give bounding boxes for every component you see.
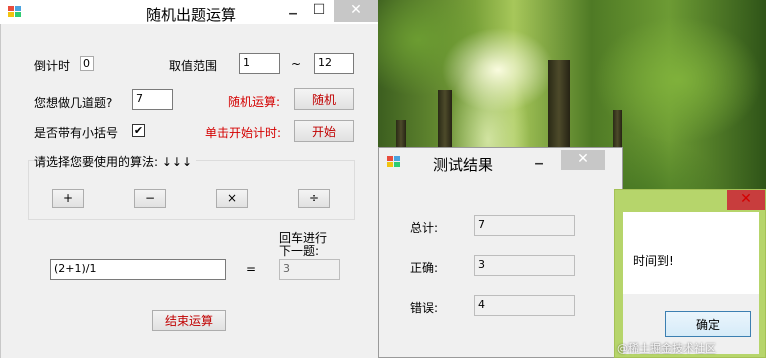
total-value: 7 [474,215,575,236]
close-button[interactable]: ✕ [334,0,378,22]
start-timer-label: 单击开始计时: [205,126,282,140]
result-titlebar[interactable]: 测试结果 ▁ ✕ [379,148,622,176]
random-op-label: 随机运算: [228,95,281,109]
question-count-input[interactable]: 7 [132,89,173,110]
expression-display: (2+1)/1 [50,259,226,280]
main-window: 随机出题运算 ▁ ☐ ✕ 倒计时 0 取值范围 1 ~ 12 您想做几道题? 7… [0,0,378,358]
countdown-value: 0 [80,56,94,71]
end-button[interactable]: 结束运算 [152,310,226,331]
main-window-title: 随机出题运算 [146,6,237,24]
total-label: 总计: [410,221,439,235]
main-titlebar[interactable]: 随机出题运算 ▁ ☐ ✕ [0,0,378,24]
divide-button[interactable]: ÷ [298,189,330,208]
bracket-checkbox[interactable]: ✔ [132,124,145,137]
range-max-input[interactable]: 12 [314,53,354,74]
result-window-title: 测试结果 [433,156,494,174]
minus-button[interactable]: − [134,189,166,208]
ok-button[interactable]: 确定 [665,311,751,337]
message-text: 时间到! [633,254,674,268]
bracket-label: 是否带有小括号 [34,126,119,140]
app-icon [8,6,21,18]
range-separator: ~ [291,57,302,71]
wrong-value: 4 [474,295,575,316]
start-button[interactable]: 开始 [294,120,354,142]
equals-sign: = [246,262,257,276]
watermark-text: @稀土掘金技术社区 [617,342,716,355]
correct-value: 3 [474,255,575,276]
multiply-button[interactable]: × [216,189,248,208]
operator-group-label: 请选择您要使用的算法: ↓↓↓ [34,153,197,170]
result-window: 测试结果 ▁ ✕ 总计: 7 正确: 3 错误: 4 [378,147,623,358]
message-close-button[interactable]: ✕ [727,190,765,210]
range-min-input[interactable]: 1 [239,53,280,74]
random-button[interactable]: 随机 [294,88,354,110]
countdown-label: 倒计时 [34,59,71,73]
enter-next-hint: 回车进行下一题: [279,231,328,258]
result-minimize-button[interactable]: ▁ [526,150,552,172]
maximize-button[interactable]: ☐ [306,0,332,22]
minimize-button[interactable]: ▁ [280,0,306,22]
wrong-label: 错误: [410,301,439,315]
plus-button[interactable]: + [52,189,84,208]
result-close-button[interactable]: ✕ [561,150,605,170]
question-count-label: 您想做几道题? [34,96,113,110]
result-app-icon [387,156,400,168]
message-box: ✕ 时间到! 确定 [614,189,766,358]
correct-label: 正确: [410,261,439,275]
range-label: 取值范围 [169,59,218,73]
answer-input[interactable]: 3 [279,259,340,280]
